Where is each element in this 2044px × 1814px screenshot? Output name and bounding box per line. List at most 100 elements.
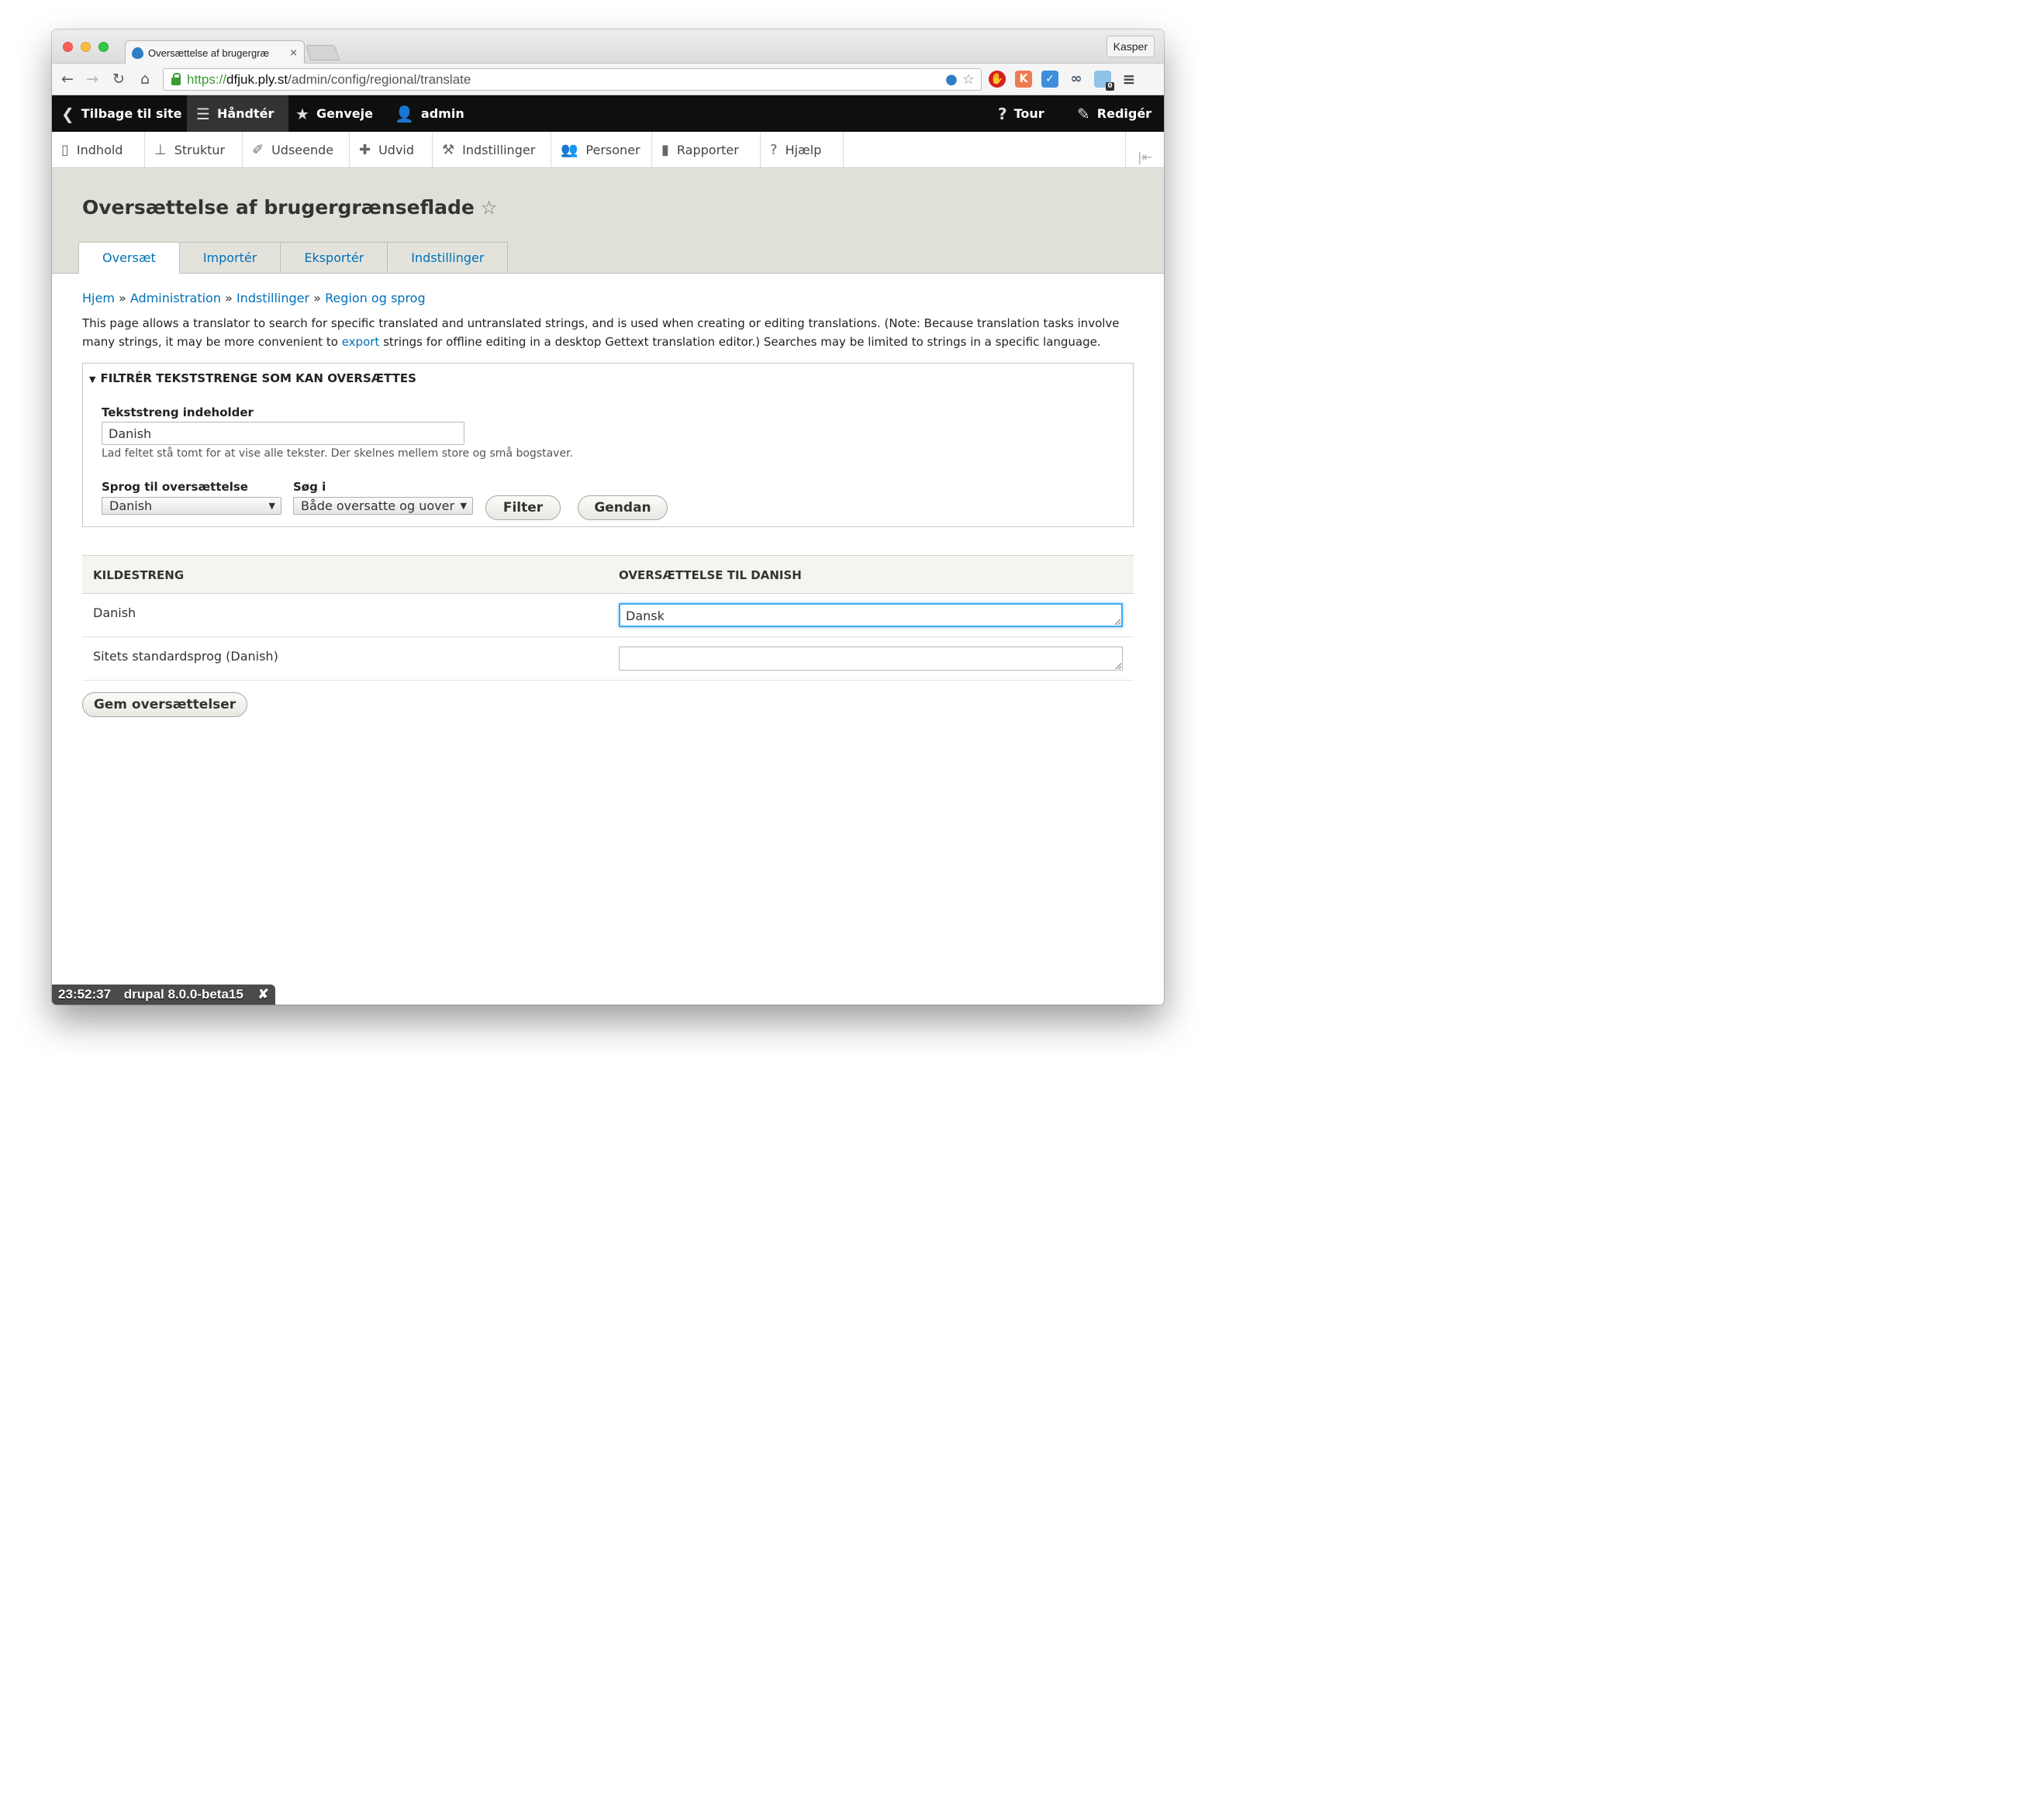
- minimize-window-button[interactable]: [81, 42, 91, 52]
- document-icon: ▯: [61, 142, 69, 158]
- table-header: Kildestreng Oversættelse til Danish: [82, 555, 1134, 594]
- shortcuts-menu-button[interactable]: ★ Genveje: [286, 95, 382, 132]
- source-string: Danish: [93, 605, 136, 620]
- klout-extension-icon[interactable]: K: [1015, 71, 1032, 88]
- resize-grip-icon[interactable]: [1114, 619, 1120, 625]
- tray-orientation-toggle-icon[interactable]: |⇤: [1125, 132, 1164, 168]
- puzzle-icon: ✚: [359, 142, 371, 158]
- admin-toolbar: ❮ Tilbage til site ☰ Håndtér ★ Genveje 👤…: [52, 95, 1164, 132]
- reload-icon[interactable]: ↻: [109, 70, 128, 88]
- tray-item-configuration[interactable]: ⚒ Indstillinger: [433, 132, 551, 168]
- question-circle-icon: ?: [998, 104, 1007, 123]
- tray-item-reports[interactable]: ▮ Rapporter: [652, 132, 761, 168]
- shortcut-star-icon[interactable]: ☆: [481, 197, 498, 219]
- breadcrumb-administration[interactable]: Administration: [130, 291, 221, 305]
- collapse-triangle-icon: ▼: [89, 374, 96, 385]
- tab-import[interactable]: Importér: [179, 242, 281, 274]
- breadcrumb: Hjem » Administration » Indstillinger » …: [82, 291, 426, 305]
- back-to-site-link[interactable]: ❮ Tilbage til site: [52, 95, 191, 132]
- export-link[interactable]: export: [342, 335, 380, 349]
- resize-grip-icon[interactable]: [1115, 663, 1121, 669]
- back-arrow-icon[interactable]: ←: [58, 70, 77, 88]
- tray-item-content[interactable]: ▯ Indhold: [52, 132, 145, 168]
- translation-table: Kildestreng Oversættelse til Danish Dani…: [82, 555, 1134, 681]
- tab-translate[interactable]: Oversæt: [78, 242, 180, 274]
- browser-tab-title: Oversættelse af brugergræ: [148, 47, 270, 59]
- save-translations-button[interactable]: Gem oversættelser: [82, 692, 247, 717]
- browser-navbar: ← → ↻ ⌂ https://dfjuk.ply.st/admin/confi…: [52, 64, 1164, 95]
- lock-icon: [171, 72, 181, 85]
- search-in-label: Søg i: [293, 480, 326, 494]
- tab-export[interactable]: Eksportér: [281, 242, 388, 274]
- tray-item-people[interactable]: 👥 Personer: [551, 132, 652, 168]
- string-contains-input[interactable]: [102, 422, 464, 445]
- back-circle-icon: ❮: [61, 104, 74, 123]
- browser-tab[interactable]: Oversættelse af brugergræ ×: [125, 40, 305, 64]
- extension-toolbar: ✋ K ✓ ∞ 0 ≡: [989, 71, 1138, 91]
- source-string: Sitets standardsprog (Danish): [93, 649, 278, 664]
- checkmark-extension-icon[interactable]: ✓: [1041, 71, 1058, 88]
- sync-extension-icon[interactable]: ∞: [1068, 71, 1085, 88]
- search-in-select[interactable]: Både oversatte og uover ▼: [293, 497, 473, 515]
- user-menu-button[interactable]: 👤 admin: [385, 95, 474, 132]
- admin-tray: ▯ Indhold ⊥ Struktur ✐ Udseende ✚ Udvid ⚒ Ind…: [52, 132, 1164, 168]
- close-tab-icon[interactable]: ×: [289, 47, 298, 59]
- column-header-translation: Oversættelse til Danish: [619, 568, 802, 582]
- people-icon: 👥: [561, 142, 578, 158]
- address-bar[interactable]: https://dfjuk.ply.st/admin/config/region…: [163, 68, 982, 91]
- sitemap-icon: ⊥: [154, 142, 167, 158]
- dropdown-arrow-icon: ▼: [460, 501, 467, 511]
- filter-fieldset: ▼ Filtrér tekststrenge som kan oversættes…: [82, 363, 1134, 527]
- page-header: Oversættelse af brugergrænseflade ☆ Overs…: [52, 169, 1164, 274]
- pencil-icon: ✎: [1077, 104, 1090, 123]
- tray-item-appearance[interactable]: ✐ Udseende: [243, 132, 350, 168]
- translation-textarea[interactable]: [619, 647, 1123, 671]
- tray-item-help[interactable]: ? Hjælp: [761, 132, 844, 168]
- reset-button[interactable]: Gendan: [578, 495, 668, 520]
- help-circle-icon: ?: [770, 142, 778, 158]
- help-text: This page allows a translator to search …: [82, 316, 1120, 349]
- filter-fieldset-toggle[interactable]: ▼ Filtrér tekststrenge som kan oversættes: [89, 371, 416, 385]
- page-title: Oversættelse af brugergrænseflade ☆: [82, 196, 498, 219]
- breadcrumb-configuration[interactable]: Indstillinger: [237, 291, 309, 305]
- manage-menu-button[interactable]: ☰ Håndtér: [187, 95, 288, 132]
- breadcrumb-home[interactable]: Hjem: [82, 291, 115, 305]
- tour-button[interactable]: ? Tour: [989, 95, 1054, 132]
- profile-button[interactable]: Kasper: [1106, 36, 1155, 57]
- tray-item-structure[interactable]: ⊥ Struktur: [145, 132, 243, 168]
- forward-arrow-icon[interactable]: →: [83, 70, 102, 88]
- new-tab-button[interactable]: [305, 45, 340, 60]
- hamburger-icon: ☰: [196, 104, 210, 123]
- dropdown-arrow-icon: ▼: [268, 501, 275, 511]
- primary-tabs: Oversæt Importér Eksportér Indstillinger: [78, 242, 509, 274]
- wrench-icon: ⚒: [442, 142, 455, 158]
- breadcrumb-region-language[interactable]: Region og sprog: [325, 291, 426, 305]
- translation-textarea[interactable]: Dansk: [619, 603, 1123, 627]
- user-icon: 👤: [395, 104, 414, 123]
- star-icon: ★: [295, 104, 309, 123]
- string-contains-description: Lad feltet stå tomt for at vise alle tek…: [102, 447, 573, 460]
- status-badge: 23:52:37 drupal 8.0.0-beta15 ✘: [52, 985, 275, 1005]
- bookmark-star-icon[interactable]: ☆: [962, 71, 975, 88]
- browser-window: Oversættelse af brugergræ × Kasper ← → ↻…: [52, 29, 1164, 1005]
- table-row: Danish Dansk: [82, 594, 1134, 637]
- drupal-extension-icon[interactable]: ●: [945, 71, 958, 88]
- close-window-button[interactable]: [63, 42, 73, 52]
- ghostery-icon[interactable]: 0: [1094, 71, 1114, 91]
- tray-item-extend[interactable]: ✚ Udvid: [350, 132, 433, 168]
- home-icon[interactable]: ⌂: [136, 70, 154, 88]
- menu-icon[interactable]: ≡: [1120, 71, 1138, 88]
- adblock-icon[interactable]: ✋: [989, 71, 1006, 88]
- edit-button[interactable]: ✎ Redigér: [1068, 95, 1161, 132]
- zoom-window-button[interactable]: [98, 42, 109, 52]
- translation-language-select[interactable]: Danish ▼: [102, 497, 281, 515]
- url-text: https://dfjuk.ply.st/admin/config/region…: [187, 71, 471, 87]
- drupal-favicon-icon: [132, 47, 143, 59]
- table-row: Sitets standardsprog (Danish): [82, 637, 1134, 681]
- column-header-source: Kildestreng: [93, 568, 185, 582]
- tab-settings[interactable]: Indstillinger: [388, 242, 509, 274]
- bar-chart-icon: ▮: [661, 142, 669, 158]
- filter-button[interactable]: Filter: [485, 495, 561, 520]
- close-badge-icon[interactable]: ✘: [258, 987, 269, 1002]
- ghostery-badge: 0: [1106, 82, 1114, 91]
